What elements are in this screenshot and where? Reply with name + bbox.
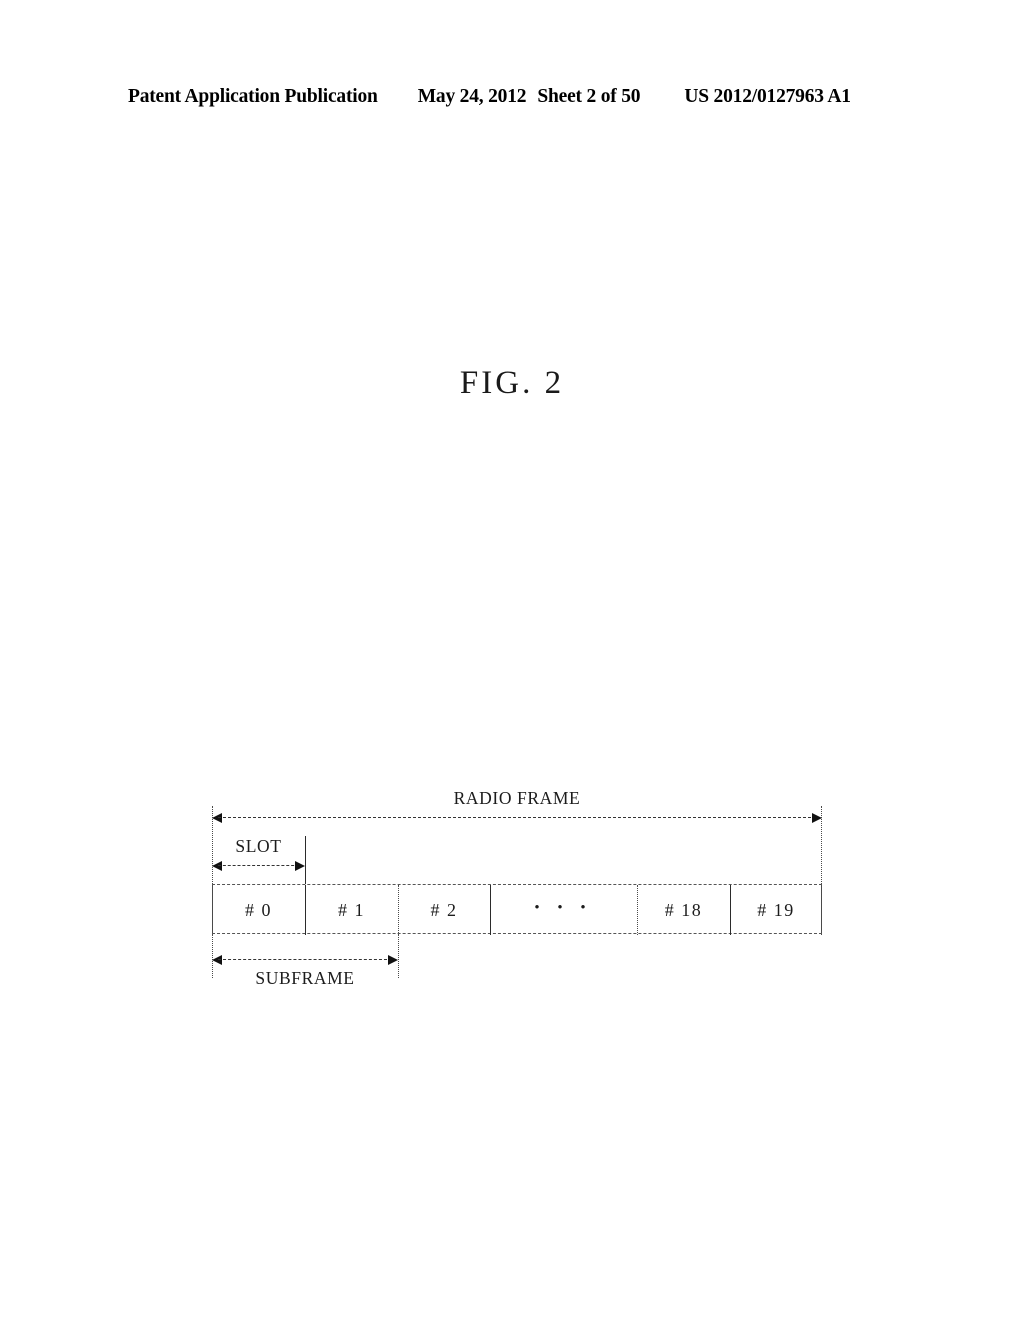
arrow-shaft bbox=[218, 865, 299, 866]
slot-cell: # 1 bbox=[338, 899, 365, 920]
radio-frame-label: RADIO FRAME bbox=[453, 788, 581, 808]
arrow-shaft bbox=[218, 959, 392, 960]
page-header: Patent Application Publication May 24, 2… bbox=[128, 86, 896, 112]
subframe-label: SUBFRAME bbox=[255, 968, 355, 988]
figure-title: FIG. 2 bbox=[459, 365, 565, 401]
arrow-head-left-icon bbox=[212, 813, 222, 823]
cell-separator bbox=[637, 885, 638, 935]
subframe-dimension-arrow bbox=[212, 954, 398, 966]
radio-frame-diagram: RADIO FRAME SLOT # 0 # 1 # 2 • • • # 18 … bbox=[212, 788, 822, 1000]
slot-cell: # 18 bbox=[664, 899, 703, 920]
arrow-head-right-icon bbox=[812, 813, 822, 823]
guide-line-slot-end bbox=[305, 836, 306, 884]
guide-line-subframe-end bbox=[398, 934, 399, 978]
arrow-head-left-icon bbox=[212, 861, 222, 871]
radio-frame-dimension-arrow bbox=[212, 812, 822, 824]
arrow-head-right-icon bbox=[388, 955, 398, 965]
slot-row: # 0 # 1 # 2 • • • # 18 # 19 bbox=[212, 884, 822, 935]
arrow-shaft bbox=[218, 817, 816, 818]
cell-separator bbox=[212, 885, 213, 935]
slot-cell: # 2 bbox=[430, 899, 458, 920]
cell-separator bbox=[730, 885, 731, 935]
cell-separator bbox=[490, 885, 491, 935]
header-sheet-label: Sheet 2 of 50 bbox=[537, 86, 641, 107]
header-date-label: May 24, 2012 bbox=[417, 86, 527, 107]
arrow-head-right-icon bbox=[295, 861, 305, 871]
cell-separator bbox=[398, 885, 399, 935]
slot-label: SLOT bbox=[235, 836, 282, 856]
slot-cell: # 0 bbox=[245, 899, 272, 920]
slot-dimension-arrow bbox=[212, 860, 305, 872]
cell-separator bbox=[821, 885, 822, 935]
slot-cell-ellipsis: • • • bbox=[534, 899, 593, 916]
slot-cell: # 19 bbox=[757, 899, 795, 920]
header-publication-label: Patent Application Publication bbox=[128, 86, 378, 107]
cell-separator bbox=[305, 885, 306, 935]
header-patent-number: US 2012/0127963 A1 bbox=[684, 86, 851, 107]
arrow-head-left-icon bbox=[212, 955, 222, 965]
